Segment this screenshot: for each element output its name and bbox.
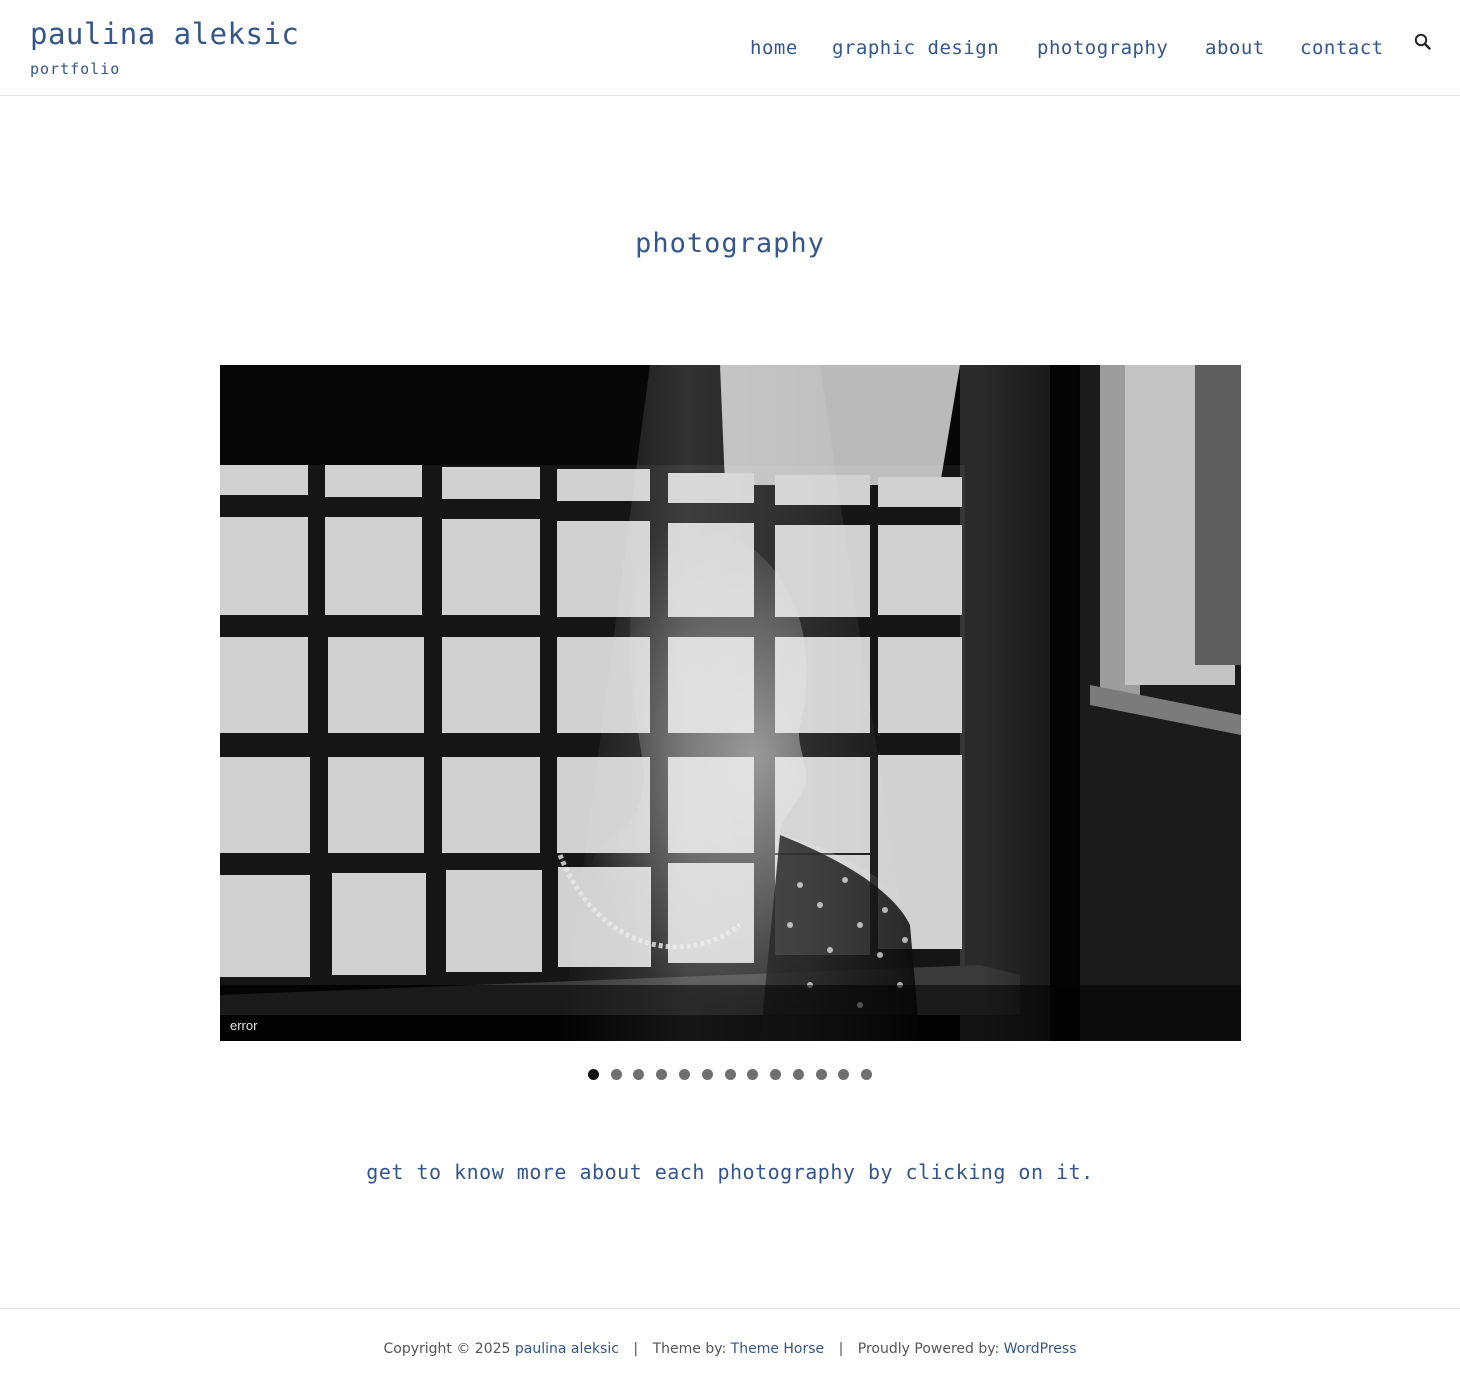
slider-dot[interactable]: [747, 1069, 759, 1080]
slider-dot[interactable]: [792, 1069, 804, 1080]
slider-dot[interactable]: [838, 1069, 850, 1080]
site-title-link[interactable]: paulina aleksic: [30, 14, 299, 54]
nav-contact[interactable]: contact: [1300, 34, 1384, 62]
slider-dot[interactable]: [701, 1069, 713, 1080]
slider-dot[interactable]: [656, 1069, 668, 1080]
copyright-text: Copyright © 2025: [383, 1341, 511, 1357]
slider-dot[interactable]: [678, 1069, 690, 1080]
nav-graphic-design[interactable]: graphic design: [832, 34, 999, 62]
main-navigation: home graphic design photography about co…: [750, 34, 1460, 64]
site-tagline: portfolio: [30, 60, 121, 78]
footer-credits: Copyright © 2025 paulina aleksic | Theme…: [0, 1341, 1460, 1357]
footer-separator: |: [838, 1341, 844, 1357]
theme-by-text: Theme by:: [652, 1341, 727, 1357]
slider-dot[interactable]: [861, 1069, 873, 1080]
site-header: paulina aleksic portfolio home graphic d…: [0, 0, 1460, 96]
slider-dot[interactable]: [770, 1069, 782, 1080]
powered-by-text: Proudly Powered by:: [857, 1341, 1000, 1357]
slide-photo[interactable]: [220, 365, 1241, 1041]
slide-caption: error: [230, 1018, 258, 1033]
slider-dot[interactable]: [610, 1069, 622, 1080]
slider-dot[interactable]: [724, 1069, 736, 1080]
footer-separator: |: [633, 1341, 639, 1357]
slider-dot[interactable]: [633, 1069, 645, 1080]
nav-home[interactable]: home: [750, 34, 798, 62]
slider-dot[interactable]: [587, 1069, 599, 1080]
intro-text: get to know more about each photography …: [366, 1160, 1094, 1184]
slider-pagination: [0, 1069, 1460, 1083]
branding: paulina aleksic portfolio: [30, 14, 299, 78]
search-icon[interactable]: [1413, 32, 1433, 52]
nav-photography[interactable]: photography: [1037, 34, 1168, 62]
page-title: photography: [635, 228, 825, 259]
theme-link[interactable]: Theme Horse: [731, 1341, 825, 1357]
nav-about[interactable]: about: [1205, 34, 1265, 62]
slider-dot[interactable]: [815, 1069, 827, 1080]
wordpress-link[interactable]: WordPress: [1004, 1341, 1077, 1357]
site-footer: Copyright © 2025 paulina aleksic | Theme…: [0, 1308, 1460, 1392]
footer-site-link[interactable]: paulina aleksic: [515, 1341, 619, 1357]
photo-slider[interactable]: error: [220, 365, 1241, 1041]
